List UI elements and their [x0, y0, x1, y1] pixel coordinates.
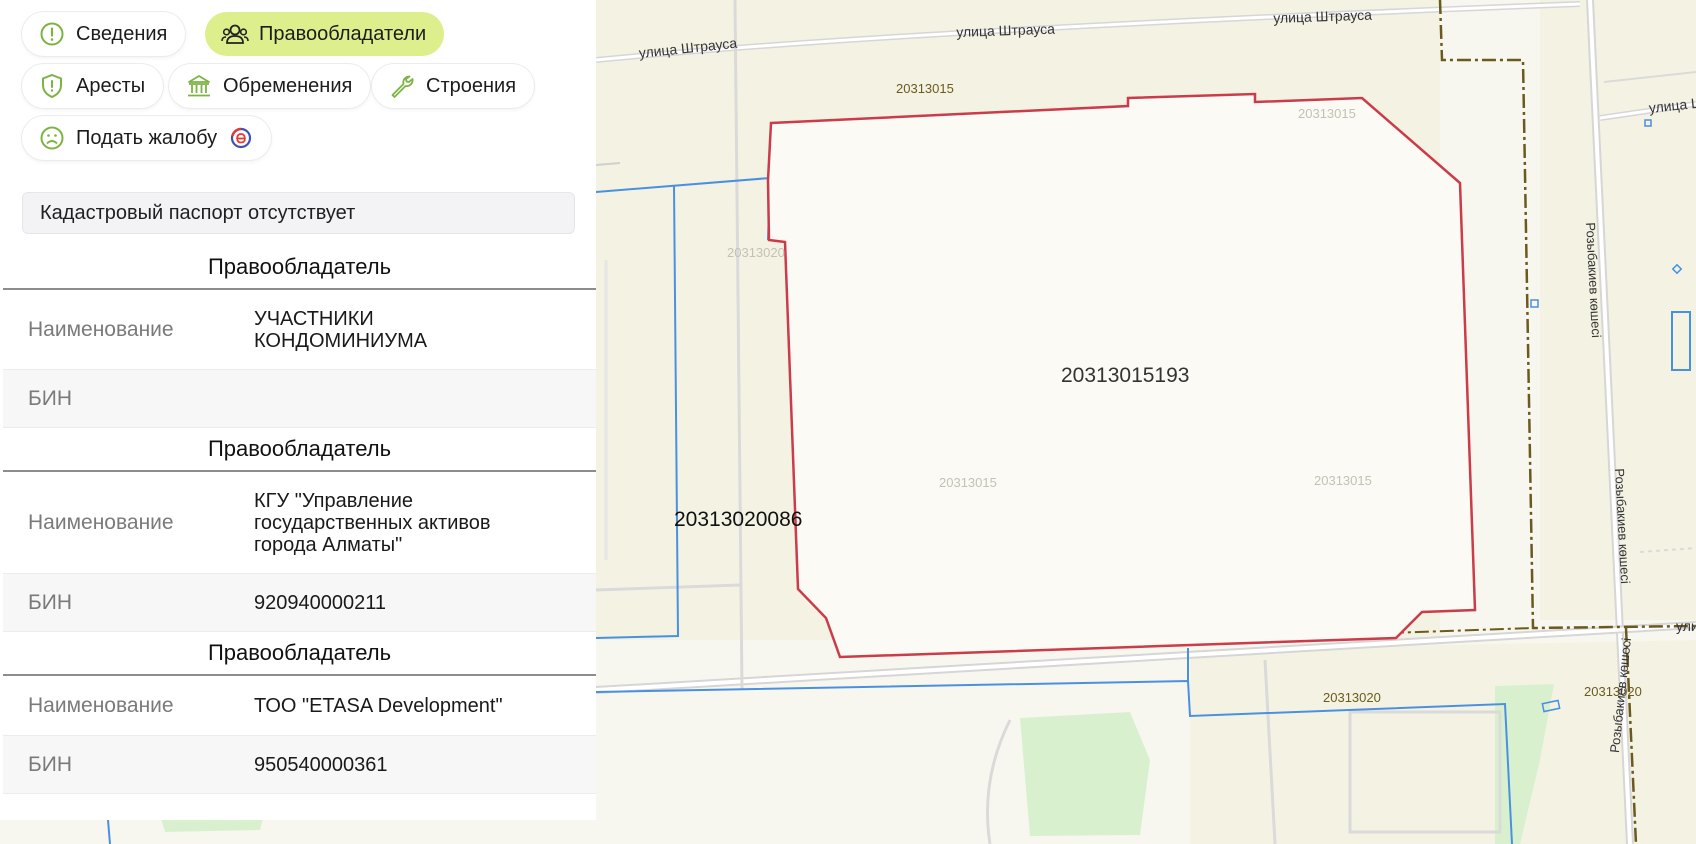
table-row: Наименование ТОО "ETASA Development": [3, 676, 596, 736]
field-value: 920940000211: [254, 591, 386, 614]
tab-complaint[interactable]: Подать жалобу: [22, 116, 272, 160]
field-label: Наименование: [28, 510, 174, 534]
quarter-label: 20313015: [939, 475, 997, 490]
rightholders-list: Правообладатель Наименование УЧАСТНИКИ К…: [3, 246, 596, 794]
field-label: БИН: [28, 590, 73, 614]
rightholder-section: Правообладатель Наименование УЧАСТНИКИ К…: [3, 246, 596, 428]
tab-label: Правообладатели: [259, 22, 427, 45]
tab-label: Сведения: [76, 22, 168, 45]
field-value: КГУ "Управление государственных активов …: [254, 489, 491, 556]
table-row: БИН 920940000211: [3, 574, 596, 632]
bank-icon: [185, 72, 213, 100]
info-circle-icon: [38, 20, 66, 48]
cadastral-passport-notice: Кадастровый паспорт отсутствует: [22, 192, 575, 234]
rightholder-section: Правообладатель Наименование ТОО "ETASA …: [3, 632, 596, 794]
e-otinish-logo-icon: [229, 126, 253, 150]
notice-text: Кадастровый паспорт отсутствует: [40, 201, 356, 224]
table-row: Наименование КГУ "Управление государстве…: [3, 472, 596, 574]
wrench-icon: [388, 72, 416, 100]
tab-label: Подать жалобу: [76, 126, 218, 149]
parcel-number-selected[interactable]: 20313015193: [1061, 364, 1189, 388]
street-label: ули: [1676, 618, 1696, 634]
info-panel: Сведения Правообладатели Аресты Обремене…: [0, 0, 596, 820]
tab-arrests[interactable]: Аресты: [22, 64, 164, 108]
rightholder-section: Правообладатель Наименование КГУ "Управл…: [3, 428, 596, 632]
parcel-number-neighbor[interactable]: 20313020086: [674, 508, 802, 532]
field-label: БИН: [28, 386, 73, 410]
green-area: [1020, 712, 1150, 836]
section-heading: Правообладатель: [3, 632, 596, 676]
field-value: 950540000361: [254, 753, 388, 776]
table-row: БИН 950540000361: [3, 736, 596, 794]
table-row: Наименование УЧАСТНИКИ КОНДОМИНИУМА: [3, 290, 596, 370]
field-label: БИН: [28, 752, 73, 776]
tab-rightholders[interactable]: Правообладатели: [205, 12, 445, 56]
quarter-label: 20313015: [1314, 473, 1372, 488]
tab-label: Аресты: [76, 74, 146, 97]
quarter-label: 20313015: [1298, 106, 1356, 121]
quarter-label: 20313020: [1323, 690, 1381, 705]
quarter-label: 20313015: [896, 81, 954, 96]
section-heading: Правообладатель: [3, 246, 596, 290]
field-value: УЧАСТНИКИ КОНДОМИНИУМА: [254, 307, 428, 352]
table-row: БИН: [3, 370, 596, 428]
sad-face-icon: [38, 124, 66, 152]
tab-label: Обременения: [223, 74, 353, 97]
quarter-label: 20313020: [727, 245, 785, 260]
tab-encumbrances[interactable]: Обременения: [169, 64, 371, 108]
field-label: Наименование: [28, 693, 174, 717]
field-value: ТОО "ETASA Development": [254, 694, 503, 717]
street-label: улица Штрауса: [956, 20, 1056, 40]
tab-info[interactable]: Сведения: [22, 12, 186, 56]
street-label: улица Штрауса: [1273, 6, 1373, 26]
tab-label: Строения: [426, 74, 517, 97]
shield-icon: [38, 72, 66, 100]
users-icon: [221, 20, 249, 48]
tab-buildings[interactable]: Строения: [372, 64, 535, 108]
field-label: Наименование: [28, 317, 174, 341]
section-heading: Правообладатель: [3, 428, 596, 472]
